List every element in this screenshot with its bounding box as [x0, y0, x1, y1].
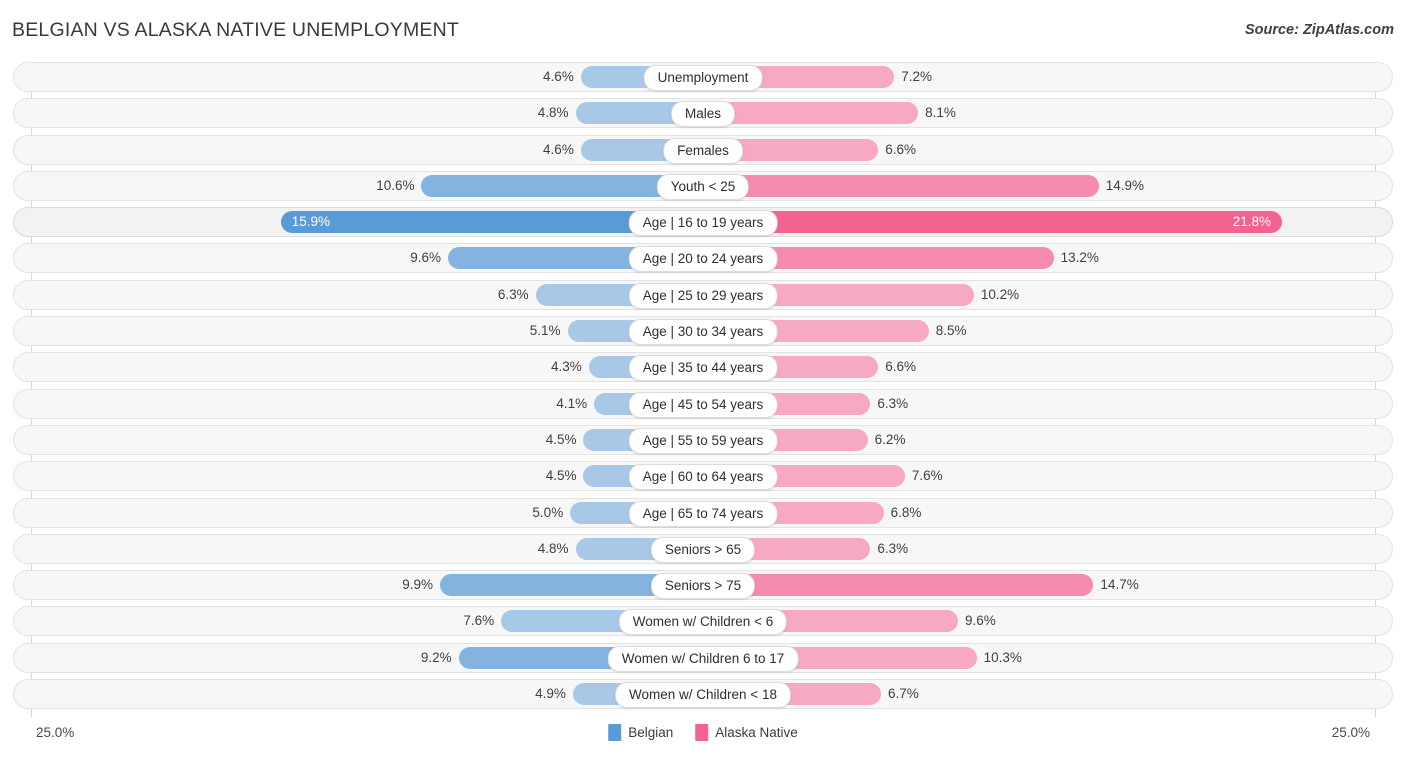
bar-value-right: 13.2%: [1060, 250, 1099, 266]
table-row[interactable]: 4.9% 6.7% Women w/ Children < 18: [13, 679, 1393, 710]
legend-item[interactable]: Alaska Native: [695, 724, 798, 741]
bar-value-right: 8.1%: [925, 105, 956, 121]
bar-value-right: 6.3%: [877, 540, 909, 556]
page-title: BELGIAN VS ALASKA NATIVE UNEMPLOYMENT: [12, 19, 460, 41]
bar-value-left: 4.8%: [537, 540, 569, 556]
bar-value-right: 9.6%: [964, 613, 996, 629]
bar-value-right: 21.8%: [1232, 214, 1271, 230]
bar-value-left: 5.0%: [532, 504, 564, 520]
axis-end-left: 25.0%: [36, 725, 75, 740]
bar-value-left: 4.8%: [537, 105, 569, 121]
table-row[interactable]: 6.3% 10.2% Age | 25 to 29 years: [13, 279, 1393, 310]
bar-value-right: 6.6%: [885, 141, 917, 157]
bar-value-right: 6.7%: [887, 686, 919, 702]
table-row[interactable]: 15.9% 21.8% Age | 16 to 19 years: [13, 207, 1393, 238]
bar-value-right: 6.8%: [890, 504, 922, 520]
table-row[interactable]: 4.6% 7.2% Unemployment: [13, 62, 1393, 92]
legend-label: Alaska Native: [715, 725, 798, 740]
table-row[interactable]: 9.9% 14.7% Seniors > 75: [13, 570, 1393, 601]
category-label: Youth < 25: [656, 173, 750, 200]
axis-end-right: 25.0%: [1331, 725, 1370, 740]
bar-value-right: 8.5%: [935, 323, 967, 339]
bar-value-right: 10.3%: [983, 649, 1022, 665]
legend-swatch-icon: [695, 724, 709, 741]
bar-value-right: 10.2%: [980, 286, 1020, 302]
chart-plot-area: 4.6% 7.2% Unemployment 4.8% 8.1% Males 4.6% 6.6…: [0, 62, 1406, 717]
bar-value-right: 14.7%: [1100, 577, 1139, 593]
bar-value-left: 15.9%: [291, 214, 330, 230]
category-label: Seniors > 65: [650, 536, 756, 563]
bar-value-left: 7.6%: [463, 613, 495, 629]
table-row[interactable]: 4.5% 6.2% Age | 55 to 59 years: [13, 424, 1393, 455]
source-attribution: Source: ZipAtlas.com: [1244, 22, 1394, 38]
table-row[interactable]: 4.6% 6.6% Females: [13, 134, 1393, 165]
table-row[interactable]: 4.5% 7.6% Age | 60 to 64 years: [13, 461, 1393, 492]
table-row[interactable]: 7.6% 9.6% Women w/ Children < 6: [13, 606, 1393, 637]
bar-value-left: 4.1%: [556, 395, 588, 411]
bar-value-left: 5.1%: [529, 323, 561, 339]
bar-value-left: 4.3%: [551, 359, 582, 375]
table-row[interactable]: 4.3% 6.6% Age | 35 to 44 years: [13, 352, 1393, 383]
bar-right-alaska-native: 8.1%: [703, 102, 956, 125]
category-label: Women w/ Children < 18: [615, 682, 791, 709]
table-row[interactable]: 9.6% 13.2% Age | 20 to 24 years: [13, 243, 1393, 274]
table-row[interactable]: 4.1% 6.3% Age | 45 to 54 years: [13, 388, 1393, 419]
category-label: Males: [670, 101, 736, 128]
bar-value-left: 9.2%: [420, 649, 452, 665]
table-row[interactable]: 10.6% 14.9% Youth < 25: [13, 170, 1393, 201]
bar-right-alaska-native: 14.9%: [703, 174, 1144, 197]
category-label: Age | 55 to 59 years: [628, 427, 778, 454]
category-label: Age | 20 to 24 years: [628, 246, 778, 273]
category-label: Women w/ Children < 6: [618, 609, 788, 636]
bar-value-left: 9.9%: [402, 577, 434, 593]
category-label: Females: [663, 137, 743, 164]
category-label: Age | 45 to 54 years: [628, 391, 778, 418]
category-label: Age | 60 to 64 years: [628, 464, 778, 491]
bar-value-right: 6.2%: [874, 431, 906, 447]
bar-value-left: 4.9%: [535, 686, 566, 702]
bar-value-left: 6.3%: [497, 286, 529, 302]
table-row[interactable]: 9.2% 10.3% Women w/ Children 6 to 17: [13, 642, 1393, 673]
bar-value-left: 4.6%: [543, 69, 574, 84]
bar-value-right: 6.6%: [885, 359, 917, 375]
bar-value-left: 9.6%: [410, 250, 442, 266]
chart-header: BELGIAN VS ALASKA NATIVE UNEMPLOYMENT So…: [0, 0, 1406, 62]
bar-value-right: 7.2%: [901, 69, 932, 84]
bar-value-right: 7.6%: [911, 468, 943, 484]
bar-right-alaska-native: 21.8%: [703, 211, 1282, 234]
bar-value-left: 4.5%: [545, 468, 577, 484]
bar-right-alaska-native: 14.7%: [703, 574, 1139, 597]
table-row[interactable]: 5.1% 8.5% Age | 30 to 34 years: [13, 316, 1393, 347]
category-label: Age | 30 to 34 years: [628, 319, 778, 346]
category-label: Unemployment: [643, 65, 763, 91]
legend-item[interactable]: Belgian: [608, 724, 673, 741]
chart-footer: 25.0% 25.0% Belgian Alaska Native: [0, 717, 1406, 757]
category-label: Seniors > 75: [650, 573, 756, 600]
bar-value-right: 14.9%: [1105, 177, 1145, 193]
table-row[interactable]: 4.8% 8.1% Males: [13, 98, 1393, 129]
bar-rows-container: 4.6% 7.2% Unemployment 4.8% 8.1% Males 4.6% 6.6…: [0, 62, 1406, 715]
category-label: Age | 65 to 74 years: [628, 500, 778, 527]
legend-label: Belgian: [628, 725, 674, 740]
category-label: Age | 35 to 44 years: [628, 355, 778, 382]
category-label: Age | 25 to 29 years: [628, 282, 778, 309]
category-label: Age | 16 to 19 years: [628, 210, 778, 237]
table-row[interactable]: 5.0% 6.8% Age | 65 to 74 years: [13, 497, 1393, 528]
table-row[interactable]: 4.8% 6.3% Seniors > 65: [13, 533, 1393, 564]
bar-value-left: 4.6%: [543, 141, 574, 157]
bar-value-right: 6.3%: [877, 395, 909, 411]
legend-swatch-icon: [608, 724, 622, 741]
bar-value-left: 4.5%: [545, 431, 577, 447]
chart-legend: Belgian Alaska Native: [608, 724, 798, 741]
category-label: Women w/ Children 6 to 17: [607, 645, 799, 672]
bar-value-left: 10.6%: [376, 177, 415, 193]
